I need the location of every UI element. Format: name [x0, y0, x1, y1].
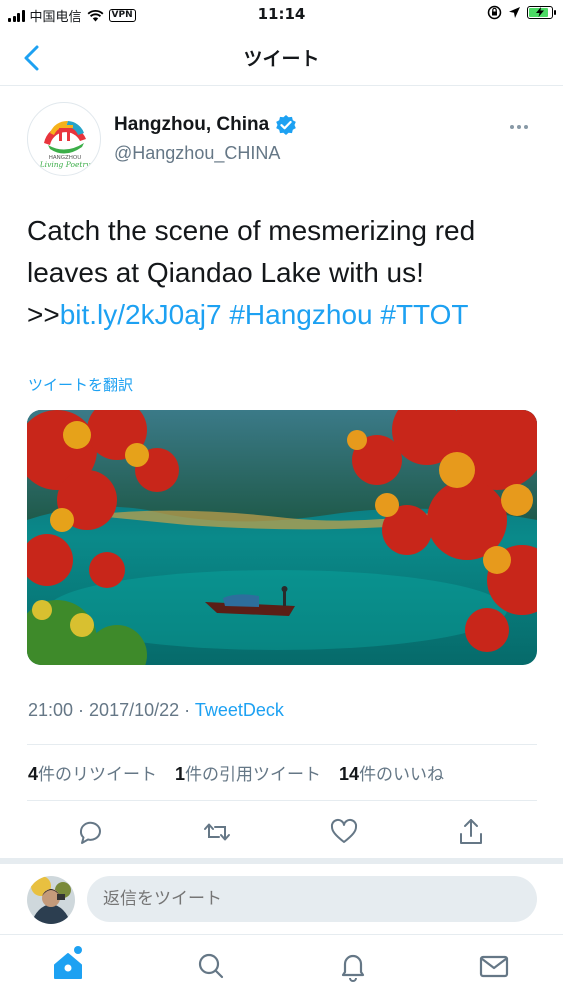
svg-text:Living Poetry: Living Poetry — [39, 160, 91, 169]
status-time: 11:14 — [257, 5, 306, 23]
hashtag-link[interactable]: #Hangzhou — [229, 299, 372, 330]
tweet-text-line: leaves at Qiandao Lake with us! — [27, 257, 424, 288]
mail-icon[interactable] — [477, 949, 511, 983]
hashtag-link[interactable]: #TTOT — [380, 299, 468, 330]
likes-label: 件のいいね — [359, 765, 445, 785]
reply-bar — [0, 864, 563, 934]
tweet-stats: 4件のリツイート 1件の引用ツイート 14件のいいね — [28, 760, 444, 785]
retweets-stat[interactable]: 4件のリツイート — [28, 760, 157, 785]
quotes-count: 1 — [175, 764, 186, 784]
home-icon[interactable] — [51, 949, 85, 983]
tweet-source-link[interactable]: TweetDeck — [195, 700, 284, 720]
translate-tweet-link[interactable]: ツイートを翻訳 — [28, 374, 133, 395]
notification-dot — [74, 946, 82, 954]
tweet-media-image[interactable] — [27, 410, 537, 665]
likes-stat[interactable]: 14件のいいね — [339, 760, 444, 785]
author-avatar[interactable]: HANGZHOU Living Poetry — [27, 102, 101, 176]
tweet-date: 2017/10/22 — [89, 700, 180, 720]
retweets-count: 4 — [28, 764, 39, 784]
location-arrow-icon — [509, 7, 520, 18]
author-handle[interactable]: @Hangzhou_CHINA — [114, 143, 280, 164]
page-title: ツイート — [243, 48, 320, 70]
user-avatar-photo — [27, 876, 75, 924]
lake-autumn-leaves-image — [27, 410, 537, 665]
battery-icon — [527, 6, 556, 19]
tweet-text-line: Catch the scene of mesmerizing red — [27, 215, 476, 246]
bell-icon[interactable] — [336, 949, 370, 983]
hangzhou-logo-icon: HANGZHOU Living Poetry — [39, 120, 91, 169]
author-name[interactable]: Hangzhou, China — [114, 114, 297, 136]
quotes-label: 件の引用ツイート — [185, 765, 322, 785]
reply-icon[interactable] — [74, 815, 108, 849]
tweet-time: 21:00 — [28, 700, 74, 720]
charging-bolt-icon — [536, 7, 544, 17]
status-bar: 中国电信 VPN 11:14 — [0, 0, 563, 30]
tweet-link[interactable]: bit.ly/2kJ0aj7 — [60, 299, 222, 330]
tweet-timestamp: 21:00 · 2017/10/22 · TweetDeck — [28, 700, 284, 720]
link-prefix: >> — [27, 299, 60, 330]
likes-count: 14 — [339, 764, 360, 784]
reply-input[interactable] — [87, 876, 537, 922]
tweet-text: Catch the scene of mesmerizing red leave… — [27, 210, 537, 336]
quotes-stat[interactable]: 1件の引用ツイート — [175, 760, 321, 785]
search-icon[interactable] — [194, 949, 228, 983]
heart-icon[interactable] — [327, 815, 361, 849]
nav-bar: ツイート — [0, 30, 563, 86]
divider — [27, 744, 537, 745]
rotation-lock-icon — [487, 5, 502, 20]
divider — [27, 800, 537, 801]
tweet-text-line: >>bit.ly/2kJ0aj7 #Hangzhou #TTOT — [27, 294, 537, 336]
bottom-tab-bar — [0, 934, 563, 1000]
retweet-icon[interactable] — [200, 815, 234, 849]
verified-badge-icon — [276, 115, 296, 135]
more-dots-icon[interactable] — [510, 118, 536, 136]
retweets-label: 件のリツイート — [38, 765, 158, 785]
status-right — [487, 5, 556, 20]
author-name-text: Hangzhou, China — [114, 114, 270, 135]
tweet-actions — [0, 815, 563, 849]
share-icon[interactable] — [454, 815, 488, 849]
user-avatar[interactable] — [27, 876, 75, 924]
